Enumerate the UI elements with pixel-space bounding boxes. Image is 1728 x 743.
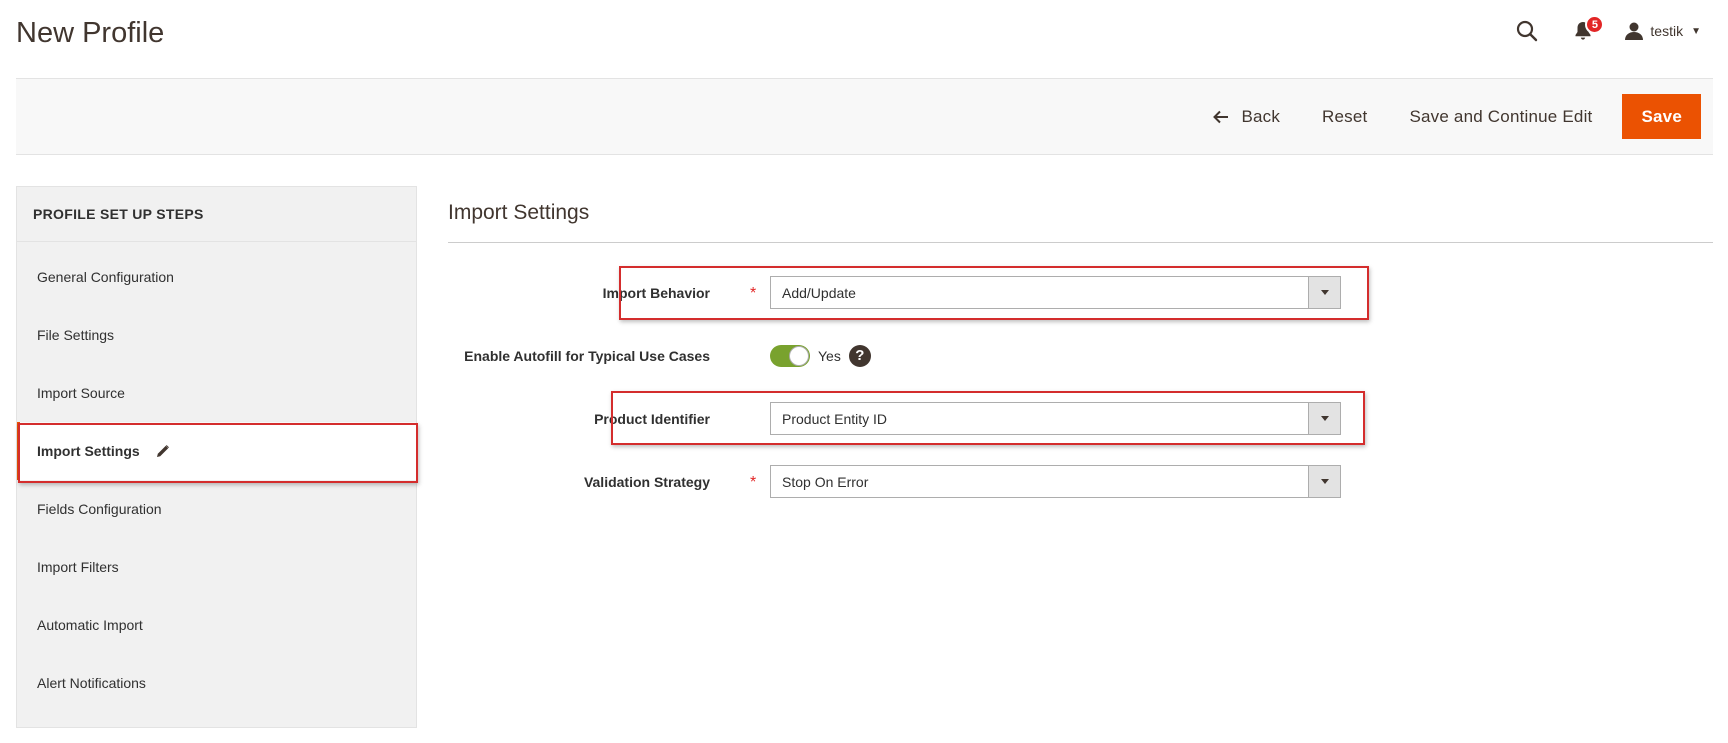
product-identifier-field: Product Identifier Product Entity ID	[448, 402, 1713, 435]
page-header: New Profile 5 testik ▼	[16, 0, 1713, 79]
import-behavior-select[interactable]: Add/Update	[770, 276, 1341, 309]
user-menu[interactable]: testik ▼	[1624, 21, 1701, 41]
sidebar-item-label: File Settings	[37, 327, 115, 343]
sidebar-item-file-settings[interactable]: File Settings	[17, 306, 416, 364]
sidebar-item-general-configuration[interactable]: General Configuration	[17, 248, 416, 306]
notification-count-badge: 5	[1585, 15, 1605, 34]
sidebar-item-import-settings[interactable]: Import Settings	[17, 422, 416, 480]
dropdown-arrow-icon	[1308, 403, 1340, 434]
product-identifier-value: Product Entity ID	[782, 410, 888, 427]
sidebar-item-label: Fields Configuration	[37, 501, 162, 517]
setup-steps-sidebar: PROFILE SET UP STEPS General Configurati…	[16, 186, 417, 728]
user-icon	[1624, 21, 1644, 41]
section-title: Import Settings	[448, 186, 1713, 243]
chevron-down-icon: ▼	[1691, 25, 1701, 37]
product-identifier-label: Product Identifier	[594, 410, 710, 427]
user-name: testik	[1650, 23, 1684, 39]
required-asterisk: *	[750, 474, 757, 491]
sidebar-item-label: Import Settings	[37, 443, 140, 459]
reset-button[interactable]: Reset	[1306, 94, 1383, 139]
sidebar-item-label: General Configuration	[37, 269, 174, 285]
validation-strategy-select[interactable]: Stop On Error	[770, 465, 1341, 498]
required-asterisk: *	[750, 285, 757, 302]
back-button[interactable]: Back	[1197, 94, 1296, 139]
validation-strategy-field: Validation Strategy * Stop On Error	[448, 465, 1713, 498]
back-button-label: Back	[1241, 106, 1281, 126]
import-settings-panel: Import Settings Import Behavior * Add/Up…	[448, 186, 1713, 498]
page-actions: Back Reset Save and Continue Edit Save	[1197, 94, 1701, 139]
header-actions: 5 testik ▼	[1512, 15, 1701, 46]
autofill-label: Enable Autofill for Typical Use Cases	[464, 347, 710, 364]
sidebar-item-label: Import Filters	[37, 559, 119, 575]
import-behavior-field: Import Behavior * Add/Update	[448, 276, 1713, 309]
dropdown-arrow-icon	[1308, 466, 1340, 497]
sidebar-title: PROFILE SET UP STEPS	[17, 187, 416, 242]
save-button[interactable]: Save	[1622, 94, 1701, 139]
sidebar-item-fields-configuration[interactable]: Fields Configuration	[17, 480, 416, 538]
sidebar-item-label: Import Source	[37, 385, 125, 401]
import-behavior-label: Import Behavior	[602, 284, 710, 301]
question-icon[interactable]: ?	[848, 344, 871, 367]
sidebar-item-label: Alert Notifications	[37, 675, 146, 691]
sidebar-item-alert-notifications[interactable]: Alert Notifications	[17, 654, 416, 712]
validation-strategy-label: Validation Strategy	[583, 473, 710, 490]
pencil-icon	[156, 444, 170, 458]
dropdown-arrow-icon	[1308, 277, 1340, 308]
autofill-toggle-group: Yes ?	[770, 339, 871, 372]
notifications-button[interactable]: 5	[1568, 15, 1605, 46]
autofill-field: Enable Autofill for Typical Use Cases Ye…	[448, 339, 1713, 372]
sidebar-item-import-filters[interactable]: Import Filters	[17, 538, 416, 596]
autofill-toggle-label: Yes	[818, 347, 841, 364]
back-arrow-icon	[1213, 110, 1229, 124]
search-icon[interactable]	[1512, 16, 1542, 46]
product-identifier-select[interactable]: Product Entity ID	[770, 402, 1341, 435]
sidebar-item-import-source[interactable]: Import Source	[17, 364, 416, 422]
validation-strategy-value: Stop On Error	[782, 473, 869, 490]
page-actions-bar: Back Reset Save and Continue Edit Save	[16, 79, 1713, 155]
import-behavior-value: Add/Update	[782, 284, 856, 301]
sidebar-item-automatic-import[interactable]: Automatic Import	[17, 596, 416, 654]
autofill-toggle[interactable]	[770, 344, 810, 367]
toggle-knob	[789, 345, 809, 366]
save-and-continue-button[interactable]: Save and Continue Edit	[1393, 94, 1608, 139]
page-title: New Profile	[16, 17, 165, 49]
sidebar-item-label: Automatic Import	[37, 617, 143, 633]
